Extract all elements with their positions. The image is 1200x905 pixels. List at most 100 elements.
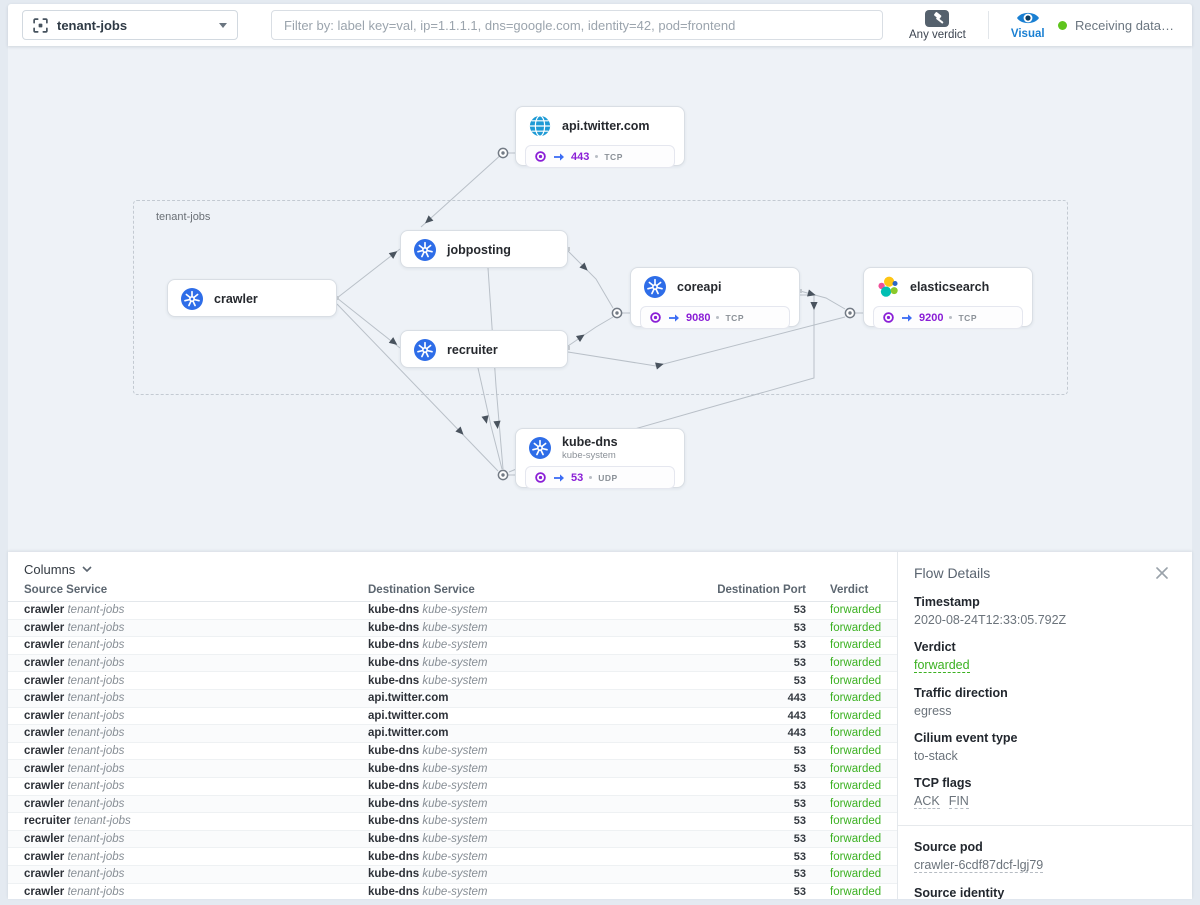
destination-namespace: kube-system bbox=[422, 886, 487, 898]
port-number: 53 bbox=[571, 472, 583, 484]
namespace-value: tenant-jobs bbox=[57, 18, 210, 33]
destination-service-name: api.twitter.com bbox=[368, 710, 449, 722]
source-namespace: tenant-jobs bbox=[67, 710, 124, 722]
table-row[interactable]: crawler tenant-jobs kube-dns kube-system… bbox=[8, 620, 897, 638]
namespace-select[interactable]: tenant-jobs bbox=[22, 10, 238, 40]
service-title: elasticsearch bbox=[910, 280, 989, 294]
source-namespace: tenant-jobs bbox=[74, 815, 131, 827]
service-title: jobposting bbox=[447, 243, 511, 257]
service-node-crawler[interactable]: crawler bbox=[167, 279, 337, 317]
table-row[interactable]: crawler tenant-jobs kube-dns kube-system… bbox=[8, 637, 897, 655]
destination-service-name: api.twitter.com bbox=[368, 692, 449, 704]
source-namespace: tenant-jobs bbox=[67, 780, 124, 792]
flow-detail-value[interactable]: FIN bbox=[949, 794, 969, 809]
table-row[interactable]: crawler tenant-jobs api.twitter.com 443 … bbox=[8, 725, 897, 743]
visual-toggle[interactable]: Visual bbox=[1011, 10, 1045, 40]
access-point[interactable]: 9200 TCP bbox=[873, 306, 1023, 329]
destination-service-name: kube-dns bbox=[368, 833, 419, 845]
table-row[interactable]: crawler tenant-jobs api.twitter.com 443 … bbox=[8, 708, 897, 726]
destination-port: 53 bbox=[698, 798, 806, 810]
table-row[interactable]: crawler tenant-jobs kube-dns kube-system… bbox=[8, 884, 897, 900]
verdict-filter-button[interactable]: Any verdict bbox=[909, 10, 966, 41]
access-point[interactable]: 53 UDP bbox=[525, 466, 675, 489]
table-row[interactable]: crawler tenant-jobs kube-dns kube-system… bbox=[8, 655, 897, 673]
column-header-verdict: Verdict bbox=[806, 584, 897, 596]
top-bar: tenant-jobs Any verdict Visual bbox=[8, 4, 1192, 46]
destination-service-name: kube-dns bbox=[368, 851, 419, 863]
dot-separator bbox=[716, 316, 719, 319]
verdict-value: forwarded bbox=[806, 639, 897, 651]
source-namespace: tenant-jobs bbox=[67, 622, 124, 634]
service-node-coreapi[interactable]: coreapi 9080 TCP bbox=[630, 267, 800, 327]
destination-service-name: kube-dns bbox=[368, 622, 419, 634]
table-row[interactable]: crawler tenant-jobs kube-dns kube-system… bbox=[8, 796, 897, 814]
filter-input[interactable] bbox=[271, 10, 883, 40]
service-node-jobposting[interactable]: jobposting bbox=[400, 230, 568, 268]
table-row[interactable]: crawler tenant-jobs kube-dns kube-system… bbox=[8, 743, 897, 761]
dot-separator bbox=[589, 476, 592, 479]
table-row[interactable]: crawler tenant-jobs kube-dns kube-system… bbox=[8, 831, 897, 849]
source-service-name: crawler bbox=[24, 727, 64, 739]
port-shield-icon bbox=[534, 471, 547, 484]
destination-namespace: kube-system bbox=[422, 851, 487, 863]
table-row[interactable]: recruiter tenant-jobs kube-dns kube-syst… bbox=[8, 813, 897, 831]
access-point[interactable]: 9080 TCP bbox=[640, 306, 790, 329]
flow-details-sections: Timestamp2020-08-24T12:33:05.792ZVerdict… bbox=[914, 595, 1176, 899]
destination-service-name: kube-dns bbox=[368, 780, 419, 792]
flows-table: Columns Source Service Destination Servi… bbox=[8, 552, 897, 899]
destination-namespace: kube-system bbox=[422, 639, 487, 651]
destination-port: 53 bbox=[698, 675, 806, 687]
verdict-value: forwarded bbox=[806, 745, 897, 757]
destination-namespace: kube-system bbox=[422, 868, 487, 880]
table-row[interactable]: crawler tenant-jobs kube-dns kube-system… bbox=[8, 672, 897, 690]
table-row[interactable]: crawler tenant-jobs kube-dns kube-system… bbox=[8, 760, 897, 778]
service-node-recruiter[interactable]: recruiter bbox=[400, 330, 568, 368]
verdict-value: forwarded bbox=[806, 675, 897, 687]
source-namespace: tenant-jobs bbox=[67, 745, 124, 757]
table-row[interactable]: crawler tenant-jobs kube-dns kube-system… bbox=[8, 778, 897, 796]
source-service-name: crawler bbox=[24, 710, 64, 722]
table-row[interactable]: crawler tenant-jobs api.twitter.com 443 … bbox=[8, 690, 897, 708]
source-service-name: crawler bbox=[24, 833, 64, 845]
flow-detail-value[interactable]: forwarded bbox=[914, 658, 970, 673]
table-row[interactable]: crawler tenant-jobs kube-dns kube-system… bbox=[8, 602, 897, 620]
source-service-name: recruiter bbox=[24, 815, 71, 827]
status-text: Receiving data… bbox=[1075, 18, 1174, 33]
table-row[interactable]: crawler tenant-jobs kube-dns kube-system… bbox=[8, 848, 897, 866]
close-icon[interactable] bbox=[1156, 567, 1168, 579]
source-namespace: tenant-jobs bbox=[67, 833, 124, 845]
arrow-right-icon bbox=[901, 313, 913, 323]
columns-button[interactable]: Columns bbox=[24, 562, 92, 577]
flow-detail-value: egress bbox=[914, 704, 952, 718]
flow-detail-value[interactable]: crawler-6cdf87dcf-lgj79 bbox=[914, 858, 1043, 873]
service-node-elasticsearch[interactable]: elasticsearch 9200 TCP bbox=[863, 267, 1033, 327]
table-row[interactable]: crawler tenant-jobs kube-dns kube-system… bbox=[8, 866, 897, 884]
access-point[interactable]: 443 TCP bbox=[525, 145, 675, 168]
columns-button-label: Columns bbox=[24, 562, 75, 577]
table-body: crawler tenant-jobs kube-dns kube-system… bbox=[8, 602, 897, 899]
verdict-value: forwarded bbox=[806, 780, 897, 792]
flow-detail-section: Source identity40399 bbox=[914, 886, 1176, 899]
destination-service-name: kube-dns bbox=[368, 745, 419, 757]
kubernetes-icon bbox=[529, 437, 551, 459]
service-node-api-twitter[interactable]: api.twitter.com 443 TCP bbox=[515, 106, 685, 166]
destination-service-name: kube-dns bbox=[368, 763, 419, 775]
destination-service-name: api.twitter.com bbox=[368, 727, 449, 739]
source-service-name: crawler bbox=[24, 745, 64, 757]
verdict-value: forwarded bbox=[806, 833, 897, 845]
destination-port: 53 bbox=[698, 745, 806, 757]
destination-namespace: kube-system bbox=[422, 833, 487, 845]
flow-detail-value[interactable]: ACK bbox=[914, 794, 940, 809]
protocol-label: UDP bbox=[598, 473, 617, 483]
elastic-icon bbox=[877, 276, 899, 298]
gavel-icon bbox=[925, 10, 949, 27]
verdict-value: forwarded bbox=[806, 727, 897, 739]
destination-port: 53 bbox=[698, 622, 806, 634]
destination-namespace: kube-system bbox=[422, 657, 487, 669]
service-node-kube-dns[interactable]: kube-dns kube-system 53 UDP bbox=[515, 428, 685, 488]
flow-detail-label: TCP flags bbox=[914, 776, 1176, 790]
destination-namespace: kube-system bbox=[422, 745, 487, 757]
destination-namespace: kube-system bbox=[422, 798, 487, 810]
destination-port: 53 bbox=[698, 639, 806, 651]
verdict-value: forwarded bbox=[806, 657, 897, 669]
